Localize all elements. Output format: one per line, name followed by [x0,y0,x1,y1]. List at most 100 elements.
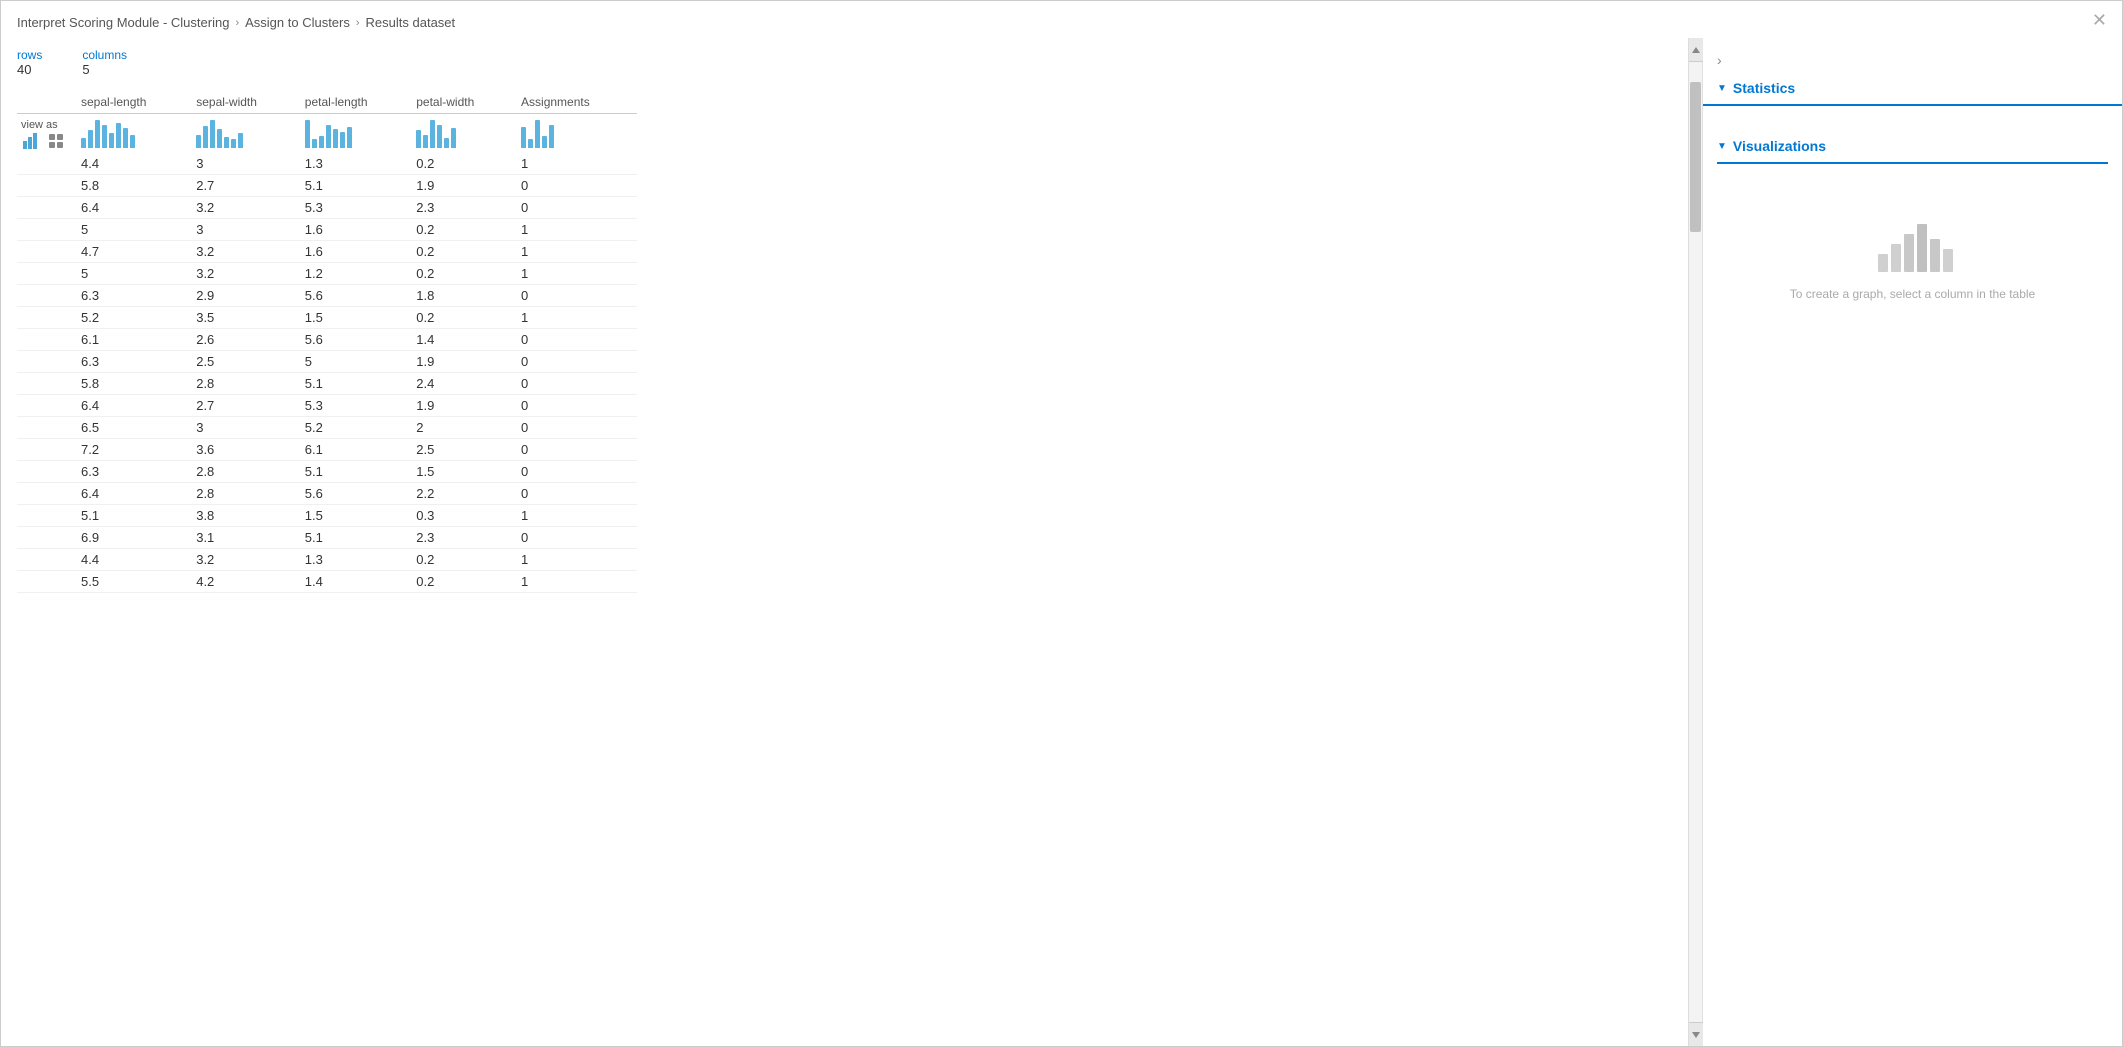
table-row[interactable]: 4.43.21.30.21 [17,549,637,571]
row-index-cell [17,153,77,175]
table-cell: 0 [517,439,637,461]
close-button[interactable]: ✕ [2092,10,2107,31]
table-row[interactable]: 6.43.25.32.30 [17,197,637,219]
view-as-row: view as [17,114,637,154]
row-index-cell [17,285,77,307]
table-cell: 0 [517,373,637,395]
table-cell: 1.9 [412,351,517,373]
table-cell: 6.4 [77,197,192,219]
chart-cell-petal-length[interactable] [301,114,412,154]
table-cell: 1.4 [301,571,412,593]
view-as-icons [21,131,73,151]
table-row[interactable]: 6.42.75.31.90 [17,395,637,417]
breadcrumb-chevron2: › [356,17,360,29]
table-cell: 0 [517,351,637,373]
table-row[interactable]: 5.23.51.50.21 [17,307,637,329]
table-cell: 3 [192,417,301,439]
scroll-thumb[interactable] [1690,82,1701,232]
right-panel: › ▼ Statistics ▼ Visualizations [1702,38,2122,1046]
table-cell: 0.3 [412,505,517,527]
table-row[interactable]: 5.82.85.12.40 [17,373,637,395]
table-row[interactable]: 6.535.220 [17,417,637,439]
breadcrumb-chevron1: › [235,17,239,29]
scroll-down-button[interactable] [1689,1022,1703,1046]
table-row[interactable]: 6.32.551.90 [17,351,637,373]
row-index-cell [17,263,77,285]
data-table: sepal-length sepal-width petal-length pe… [17,91,637,593]
row-index-cell [17,505,77,527]
view-as-text: view as [21,119,58,131]
table-cell: 5.6 [301,285,412,307]
table-row[interactable]: 6.32.95.61.80 [17,285,637,307]
table-row[interactable]: 4.73.21.60.21 [17,241,637,263]
table-row[interactable]: 5.13.81.50.31 [17,505,637,527]
row-index-cell [17,439,77,461]
table-cell: 1 [517,571,637,593]
table-cell: 5 [301,351,412,373]
row-index-cell [17,307,77,329]
table-cell: 6.5 [77,417,192,439]
table-cell: 5.8 [77,373,192,395]
table-cell: 0 [517,527,637,549]
scrollbar[interactable] [1688,38,1702,1046]
statistics-chevron-icon: ▼ [1717,83,1727,94]
chart-cell-sepal-length[interactable] [77,114,192,154]
table-cell: 1.6 [301,219,412,241]
col-header-petal-width[interactable]: petal-width [412,91,517,114]
table-cell: 5.1 [301,373,412,395]
table-cell: 1.5 [412,461,517,483]
table-row[interactable]: 7.23.66.12.50 [17,439,637,461]
col-header-petal-length[interactable]: petal-length [301,91,412,114]
table-cell: 2.3 [412,197,517,219]
table-cell: 2.7 [192,395,301,417]
table-cell: 1.9 [412,175,517,197]
table-row[interactable]: 53.21.20.21 [17,263,637,285]
meta-info: rows 40 columns 5 [17,48,1688,77]
table-row[interactable]: 5.82.75.11.90 [17,175,637,197]
table-cell: 2.5 [412,439,517,461]
col-header-sepal-length[interactable]: sepal-length [77,91,192,114]
table-cell: 1 [517,549,637,571]
table-row[interactable]: 6.42.85.62.20 [17,483,637,505]
table-cell: 5.2 [77,307,192,329]
table-cell: 5.1 [301,527,412,549]
table-cell: 4.4 [77,153,192,175]
rows-value: 40 [17,62,42,77]
table-cell: 3.5 [192,307,301,329]
statistics-label: Statistics [1733,80,1795,96]
panel-toggle[interactable]: › [1703,48,2122,72]
viz-placeholder-chart-icon [1873,214,1953,277]
table-cell: 5.1 [301,175,412,197]
scroll-up-button[interactable] [1689,38,1703,62]
chevron-right-icon: › [1717,52,1722,68]
table-cell: 5 [77,219,192,241]
row-index-cell [17,351,77,373]
chart-cell-sepal-width[interactable] [192,114,301,154]
table-cell: 5.6 [301,483,412,505]
table-row[interactable]: 6.93.15.12.30 [17,527,637,549]
table-cell: 6.4 [77,395,192,417]
chart-cell-petal-width[interactable] [412,114,517,154]
breadcrumb-part2: Assign to Clusters [245,15,350,30]
table-row[interactable]: 4.431.30.21 [17,153,637,175]
table-row[interactable]: 6.32.85.11.50 [17,461,637,483]
col-header-sepal-width[interactable]: sepal-width [192,91,301,114]
col-header-assignments[interactable]: Assignments [517,91,637,114]
table-view-icon[interactable] [47,132,65,150]
table-cell: 1 [517,307,637,329]
table-area: sepal-length sepal-width petal-length pe… [17,91,1688,1046]
table-cell: 5.5 [77,571,192,593]
table-cell: 2.3 [412,527,517,549]
chart-cell-assignments[interactable] [517,114,637,154]
visualizations-section-header[interactable]: ▼ Visualizations [1717,130,2108,164]
table-cell: 2.8 [192,373,301,395]
viz-placeholder-text: To create a graph, select a column in th… [1790,287,2035,301]
table-cell: 3.6 [192,439,301,461]
table-cell: 6.3 [77,351,192,373]
statistics-section-header[interactable]: ▼ Statistics [1703,72,2122,106]
bar-view-icon[interactable] [21,131,43,151]
table-cell: 1.4 [412,329,517,351]
table-row[interactable]: 5.54.21.40.21 [17,571,637,593]
table-row[interactable]: 531.60.21 [17,219,637,241]
table-row[interactable]: 6.12.65.61.40 [17,329,637,351]
